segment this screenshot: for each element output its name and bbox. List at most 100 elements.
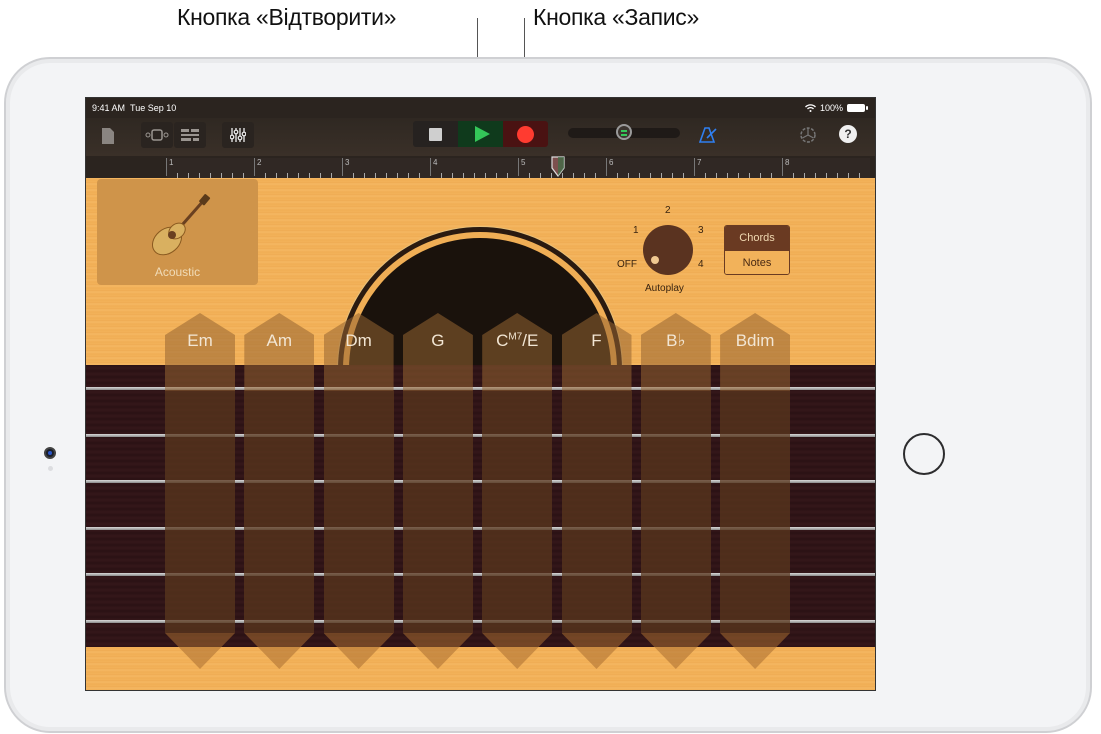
stop-icon [429, 127, 442, 141]
bar-number: 6 [609, 158, 614, 167]
chord-label: Em [187, 331, 213, 350]
chord-strip-top[interactable] [323, 313, 394, 391]
bar-line [694, 158, 695, 176]
notes-mode-button[interactable]: Notes [725, 250, 789, 274]
bar-line [518, 158, 519, 176]
stop-button[interactable] [413, 121, 458, 147]
autoplay-pos-2: 2 [665, 205, 671, 216]
autoplay-label: Autoplay [645, 283, 684, 294]
chord-strip-mid[interactable] [640, 391, 711, 633]
volume-slider-knob[interactable] [616, 124, 632, 140]
metronome-icon [699, 127, 717, 143]
chord-label: B♭ [666, 331, 686, 350]
bar-number: 7 [697, 158, 702, 167]
document-icon [102, 128, 114, 144]
chord-strip-top[interactable] [720, 313, 791, 391]
chord-strip[interactable]: Em [165, 313, 235, 669]
instrument-name: Acoustic [154, 265, 201, 279]
chord-strip[interactable]: Dm [323, 313, 394, 669]
chord-strip-mid[interactable] [323, 391, 394, 633]
bar-number: 1 [169, 158, 174, 167]
chord-strip-bot[interactable] [720, 633, 791, 669]
play-button[interactable] [458, 121, 503, 147]
bar-line [606, 158, 607, 176]
chord-strip[interactable]: CM7/E [482, 313, 553, 669]
help-icon: ? [844, 127, 852, 141]
play-button-callout: Кнопка «Відтворити» [177, 4, 397, 30]
instrument-selector[interactable]: Acoustic [97, 179, 258, 285]
bar-line [166, 158, 167, 176]
record-button-callout: Кнопка «Запис» [533, 4, 699, 30]
chord-label: G [431, 331, 445, 350]
chord-strip-mid[interactable] [165, 391, 235, 633]
metronome-button[interactable] [696, 123, 720, 147]
chord-strip-mid[interactable] [402, 391, 473, 633]
bar-number: 4 [433, 158, 438, 167]
my-songs-button[interactable] [96, 124, 120, 148]
chord-strip[interactable]: G [402, 313, 473, 669]
chord-strip[interactable]: Bdim [720, 313, 791, 669]
help-button[interactable]: ? [839, 125, 857, 143]
chord-strip-top[interactable] [402, 313, 473, 391]
bar-number: 3 [345, 158, 350, 167]
bar-line [782, 158, 783, 176]
master-volume-slider[interactable] [568, 124, 680, 140]
chord-label: Bdim [735, 331, 775, 350]
view-toggle-button[interactable] [141, 122, 173, 148]
chord-strip-top[interactable] [561, 313, 632, 391]
chord-strip-top[interactable] [640, 313, 711, 391]
front-camera [44, 447, 56, 459]
chord-strip-bot[interactable] [640, 633, 711, 669]
chord-strip[interactable]: F [561, 313, 632, 669]
acoustic-guitar-icon [152, 194, 211, 256]
chord-label: F [591, 331, 602, 350]
chord-label: Am [266, 331, 293, 350]
chord-strip-bot[interactable] [165, 633, 235, 669]
chord-strip-bot[interactable] [402, 633, 473, 669]
wifi-icon [805, 104, 816, 112]
mixer-button[interactable] [222, 122, 254, 148]
view-toggle-icon [145, 129, 169, 141]
status-time: 9:41 AM Tue Sep 10 [92, 103, 177, 113]
home-button[interactable] [903, 433, 945, 475]
bar-line [254, 158, 255, 176]
autoplay-control: OFF 1 2 3 4 Autoplay Chords Notes [606, 198, 806, 298]
chord-strip-bot[interactable] [244, 633, 315, 669]
chord-strip-mid[interactable] [561, 391, 632, 633]
chord-strip-top[interactable] [482, 313, 553, 391]
bar-number: 5 [521, 158, 526, 167]
tracks-view-button[interactable] [174, 122, 206, 148]
battery-icon [847, 104, 868, 112]
transport-controls [413, 121, 548, 147]
chords-mode-button[interactable]: Chords [725, 226, 789, 250]
chord-strip[interactable]: B♭ [640, 313, 711, 669]
play-icon [474, 126, 490, 142]
record-icon [517, 125, 534, 143]
autoplay-pos-3: 3 [698, 225, 704, 236]
bar-number: 8 [785, 158, 790, 167]
chord-strip-mid[interactable] [482, 391, 553, 633]
chord-strip-top[interactable] [165, 313, 235, 391]
chord-strip[interactable]: Am [244, 313, 315, 669]
garageband-screen: 9:41 AM Tue Sep 10 100% ? 1 2 3 4 5 6 7 … [85, 97, 876, 691]
chord-label: Dm [345, 331, 372, 350]
autoplay-pos-4: 4 [698, 259, 704, 270]
settings-icon [800, 127, 816, 143]
chord-strip-bot[interactable] [561, 633, 632, 669]
battery-percent: 100% [819, 103, 843, 113]
chord-strip-top[interactable] [244, 313, 315, 391]
bar-line [430, 158, 431, 176]
bar-line [342, 158, 343, 176]
chord-strip-bot[interactable] [482, 633, 553, 669]
autoplay-knob[interactable] [643, 225, 693, 275]
chord-strip-mid[interactable] [720, 391, 791, 633]
timeline-ruler[interactable]: + 12345678 [166, 156, 870, 178]
sensor [48, 466, 53, 471]
autoplay-pos-1: 1 [633, 225, 639, 236]
autoplay-pos-off: OFF [617, 259, 637, 270]
chord-strip-bot[interactable] [323, 633, 394, 669]
chord-strip-mid[interactable] [244, 391, 315, 633]
record-button[interactable] [503, 121, 548, 147]
settings-button[interactable] [796, 123, 820, 147]
tracks-view-icon [181, 129, 199, 141]
